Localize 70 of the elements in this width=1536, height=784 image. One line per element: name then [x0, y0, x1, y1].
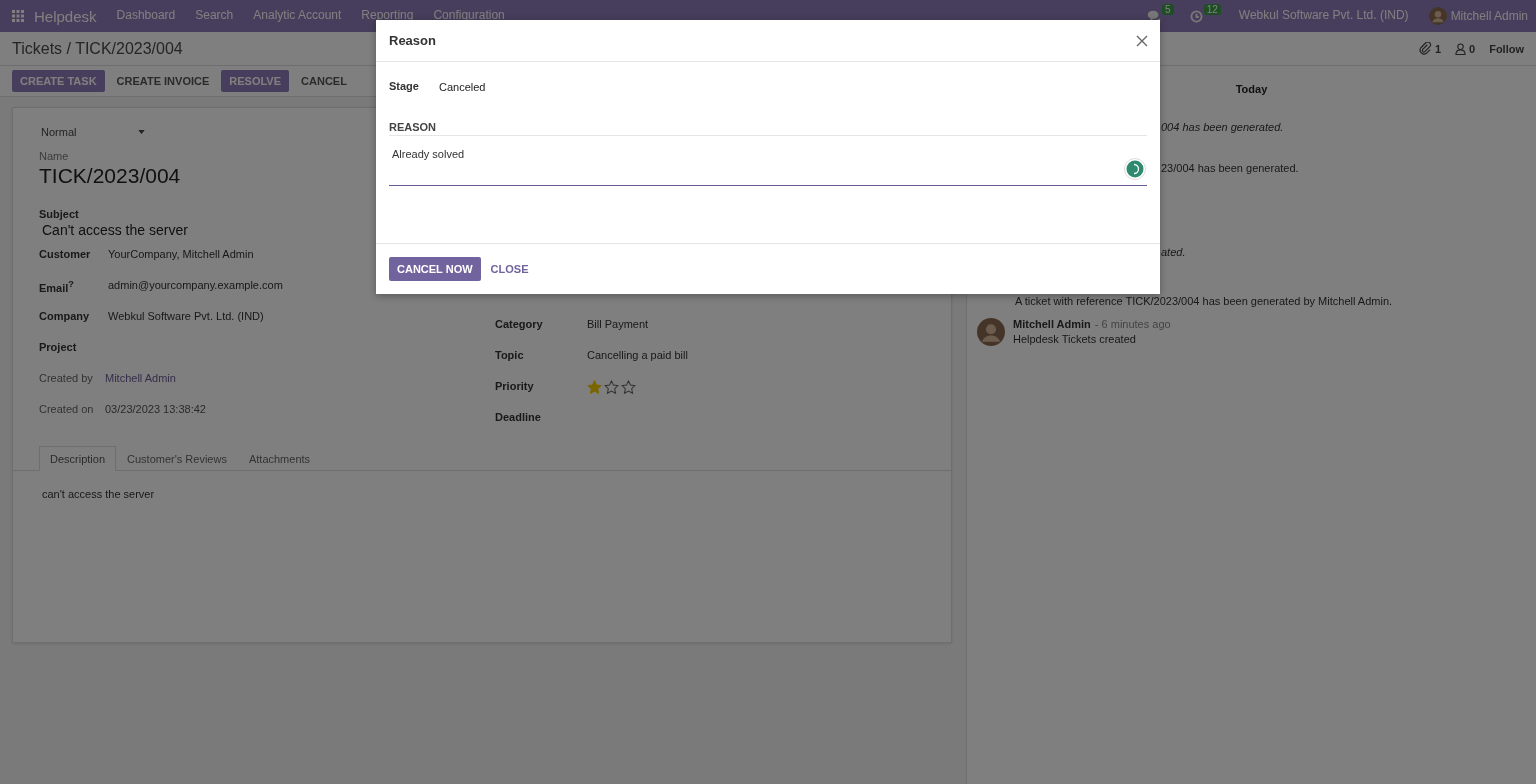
- action-button[interactable]: CREATE TASK: [12, 70, 105, 92]
- caret-icon: [138, 130, 145, 134]
- app-name[interactable]: Helpdesk: [34, 7, 97, 25]
- tab[interactable]: Customer's Reviews: [116, 446, 238, 471]
- field-label: Customer: [39, 248, 92, 260]
- tab[interactable]: Attachments: [237, 446, 322, 471]
- field-label: Created by: [39, 372, 94, 384]
- field-label: Project: [39, 341, 78, 353]
- paperclip-icon[interactable]: [1418, 42, 1432, 55]
- clock-icon[interactable]: [1189, 9, 1203, 23]
- avatar-icon: [1428, 7, 1447, 25]
- menu-item[interactable]: Search: [195, 8, 234, 22]
- stage-value: Canceled: [438, 81, 486, 93]
- tab[interactable]: Description: [39, 446, 117, 471]
- priority-stars[interactable]: [587, 380, 636, 395]
- message-text: 004 has been generated.: [1161, 121, 1284, 134]
- field-label: Subject: [39, 208, 79, 220]
- avatar-icon: [977, 318, 1005, 346]
- user-link[interactable]: Mitchell Admin: [105, 372, 176, 384]
- field-label: Deadline: [495, 411, 542, 423]
- section-heading: REASON: [389, 121, 1147, 136]
- person-icon[interactable]: [1455, 42, 1467, 55]
- action-button[interactable]: CANCEL: [293, 70, 355, 92]
- field-label: Company: [39, 310, 91, 322]
- field-label: Priority: [495, 380, 535, 392]
- star-icon[interactable]: [604, 380, 619, 395]
- subject-value: Can't access the server: [42, 222, 188, 238]
- reason-field[interactable]: Already solved: [389, 136, 1147, 186]
- author-name: Mitchell Admin: [1013, 318, 1091, 330]
- field-value: admin@yourcompany.example.com: [108, 279, 283, 291]
- message-text: ated.: [1161, 246, 1186, 259]
- message-text: Helpdesk Tickets created: [1013, 333, 1137, 345]
- select-value: Normal: [41, 126, 77, 138]
- field-label: Category: [495, 318, 544, 330]
- close-icon[interactable]: [1136, 34, 1148, 47]
- menu-item[interactable]: Analytic Account: [253, 8, 342, 22]
- field-label: Created on: [39, 403, 95, 415]
- description-text: can't access the server: [41, 487, 156, 502]
- ticket-name: TICK/2023/004: [39, 164, 181, 188]
- menu-item[interactable]: Reporting: [361, 8, 414, 22]
- message-count-badge: 5: [1162, 3, 1174, 15]
- field-label: Topic: [495, 349, 525, 361]
- field-label: Name: [39, 150, 69, 162]
- menu-item[interactable]: Dashboard: [116, 8, 176, 22]
- menu-item[interactable]: Configuration: [433, 8, 505, 22]
- close-button[interactable]: CLOSE: [486, 257, 533, 281]
- action-button[interactable]: RESOLVE: [221, 70, 290, 92]
- action-button[interactable]: CREATE INVOICE: [108, 70, 218, 92]
- company-switcher[interactable]: Webkul Software Pvt. Ltd. (IND): [1238, 8, 1409, 22]
- field-value: YourCompany, Mitchell Admin: [108, 248, 254, 260]
- dialog-title: Reason: [389, 33, 436, 48]
- apps-menu-icon[interactable]: [12, 10, 24, 22]
- field-value: Bill Payment: [587, 318, 649, 330]
- message-text: A ticket with reference TICK/2023/004 has been generated by Mitchell Admin.: [1015, 295, 1393, 308]
- cancel-now-button[interactable]: CANCEL NOW: [389, 257, 481, 281]
- field-value: 03/23/2023 13:38:42: [105, 403, 206, 415]
- attachment-count[interactable]: 1: [1434, 42, 1442, 55]
- field-value: Cancelling a paid bill: [587, 349, 688, 361]
- star-icon[interactable]: [621, 380, 636, 395]
- priority-select[interactable]: Normal: [39, 122, 147, 142]
- user-menu[interactable]: Mitchell Admin: [1450, 9, 1528, 23]
- field-label: Email$^{?}$: [39, 279, 75, 294]
- spinner-icon: [1124, 158, 1146, 180]
- activity-count-badge: 12: [1203, 3, 1221, 15]
- date-separator: Today: [1235, 83, 1268, 95]
- follow-button[interactable]: Follow: [1489, 42, 1524, 55]
- field-label: Stage: [389, 79, 419, 92]
- follower-count[interactable]: 0: [1469, 42, 1476, 55]
- message-text: 23/004 has been generated.: [1161, 162, 1299, 175]
- field-value: Webkul Software Pvt. Ltd. (IND): [108, 310, 264, 322]
